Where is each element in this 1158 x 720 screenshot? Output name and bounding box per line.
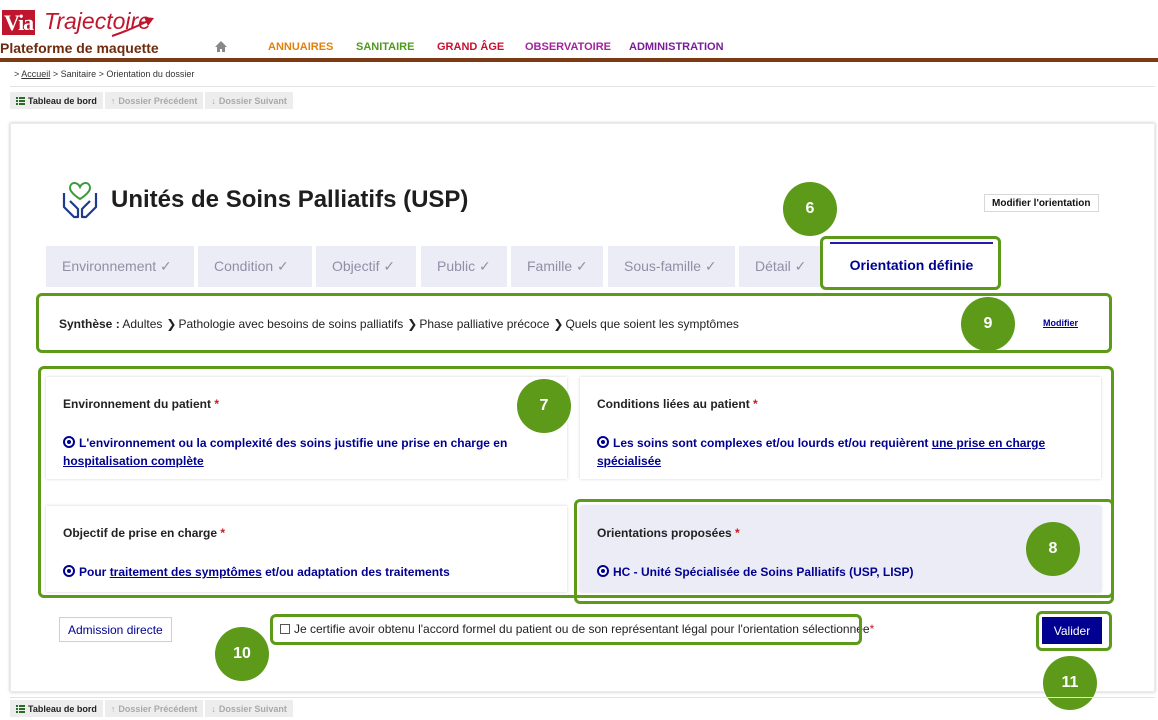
page-title: Unités de Soins Palliatifs (USP) — [111, 186, 469, 213]
marker-6: 6 — [783, 182, 837, 236]
dashboard-button[interactable]: Tableau de bord — [10, 700, 103, 717]
required-mark: * — [869, 622, 875, 636]
breadcrumb-home-link[interactable]: Accueil — [21, 69, 50, 79]
logo-via-text: Via — [2, 10, 36, 35]
tab-objectif[interactable]: Objectif ✓ — [316, 246, 416, 287]
list-icon — [16, 704, 25, 713]
header: Via Trajectoire Plateforme de maquette A… — [0, 0, 1158, 62]
home-icon[interactable] — [214, 40, 228, 53]
marker-10: 10 — [215, 627, 269, 681]
dashboard-label: Tableau de bord — [28, 703, 97, 714]
previous-record-button[interactable]: ↑ Dossier Précédent — [104, 700, 204, 717]
tab-detail[interactable]: Détail ✓ — [739, 246, 821, 287]
callout-frame-validate — [1036, 611, 1112, 651]
viatrajectoire-logo[interactable]: Via Trajectoire — [2, 6, 162, 37]
logo-swoosh-icon — [111, 17, 154, 37]
previous-record-button[interactable]: ↑ Dossier Précédent — [104, 92, 204, 109]
modify-orientation-button[interactable]: Modifier l'orientation — [984, 194, 1099, 212]
next-record-label: Dossier Suivant — [218, 95, 287, 106]
nav-observatoire[interactable]: OBSERVATOIRE — [525, 41, 611, 53]
arrow-down-icon: ↓ — [211, 95, 216, 106]
nav-administration[interactable]: ADMINISTRATION — [629, 41, 724, 53]
header-divider-bar — [0, 58, 1158, 62]
breadcrumb-prefix: > — [14, 69, 20, 79]
marker-11: 11 — [1043, 656, 1097, 710]
nav-sanitaire[interactable]: SANITAIRE — [356, 41, 414, 53]
dashboard-button[interactable]: Tableau de bord — [10, 92, 103, 109]
top-toolbar: Tableau de bord ↑ Dossier Précédent ↓ Do… — [10, 92, 293, 109]
tab-sous-famille[interactable]: Sous-famille ✓ — [608, 246, 735, 287]
divider — [10, 697, 1155, 698]
next-record-button[interactable]: ↓ Dossier Suivant — [205, 700, 293, 717]
arrow-up-icon: ↑ — [110, 703, 116, 714]
next-record-button[interactable]: ↓ Dossier Suivant — [205, 92, 293, 109]
marker-7: 7 — [517, 379, 571, 433]
bottom-toolbar: Tableau de bord ↑ Dossier Précédent ↓ Do… — [10, 700, 293, 717]
next-record-label: Dossier Suivant — [218, 703, 287, 714]
dashboard-label: Tableau de bord — [28, 95, 97, 106]
divider — [10, 86, 1155, 87]
callout-frame-certify — [270, 614, 862, 645]
tab-famille[interactable]: Famille ✓ — [511, 246, 603, 287]
list-icon — [16, 96, 25, 105]
tab-environnement[interactable]: Environnement ✓ — [46, 246, 194, 287]
callout-frame-synthese — [36, 293, 1112, 353]
platform-title: Plateforme de maquette — [0, 40, 159, 56]
marker-9: 9 — [961, 297, 1015, 351]
previous-record-label: Dossier Précédent — [118, 95, 198, 106]
marker-8: 8 — [1026, 522, 1080, 576]
tab-public[interactable]: Public ✓ — [421, 246, 507, 287]
arrow-down-icon: ↓ — [211, 703, 216, 714]
callout-frame-active-tab — [820, 236, 1001, 290]
tab-condition[interactable]: Condition ✓ — [198, 246, 312, 287]
arrow-up-icon: ↑ — [110, 95, 116, 106]
breadcrumb: > Accueil > Sanitaire > Orientation du d… — [14, 69, 194, 79]
nav-grand-age[interactable]: GRAND ÂGE — [437, 41, 504, 53]
caring-hands-heart-icon — [62, 182, 98, 219]
previous-record-label: Dossier Précédent — [118, 703, 198, 714]
admission-directe-button[interactable]: Admission directe — [59, 617, 172, 642]
breadcrumb-rest: > Sanitaire > Orientation du dossier — [52, 69, 195, 79]
nav-annuaires[interactable]: ANNUAIRES — [268, 41, 333, 53]
